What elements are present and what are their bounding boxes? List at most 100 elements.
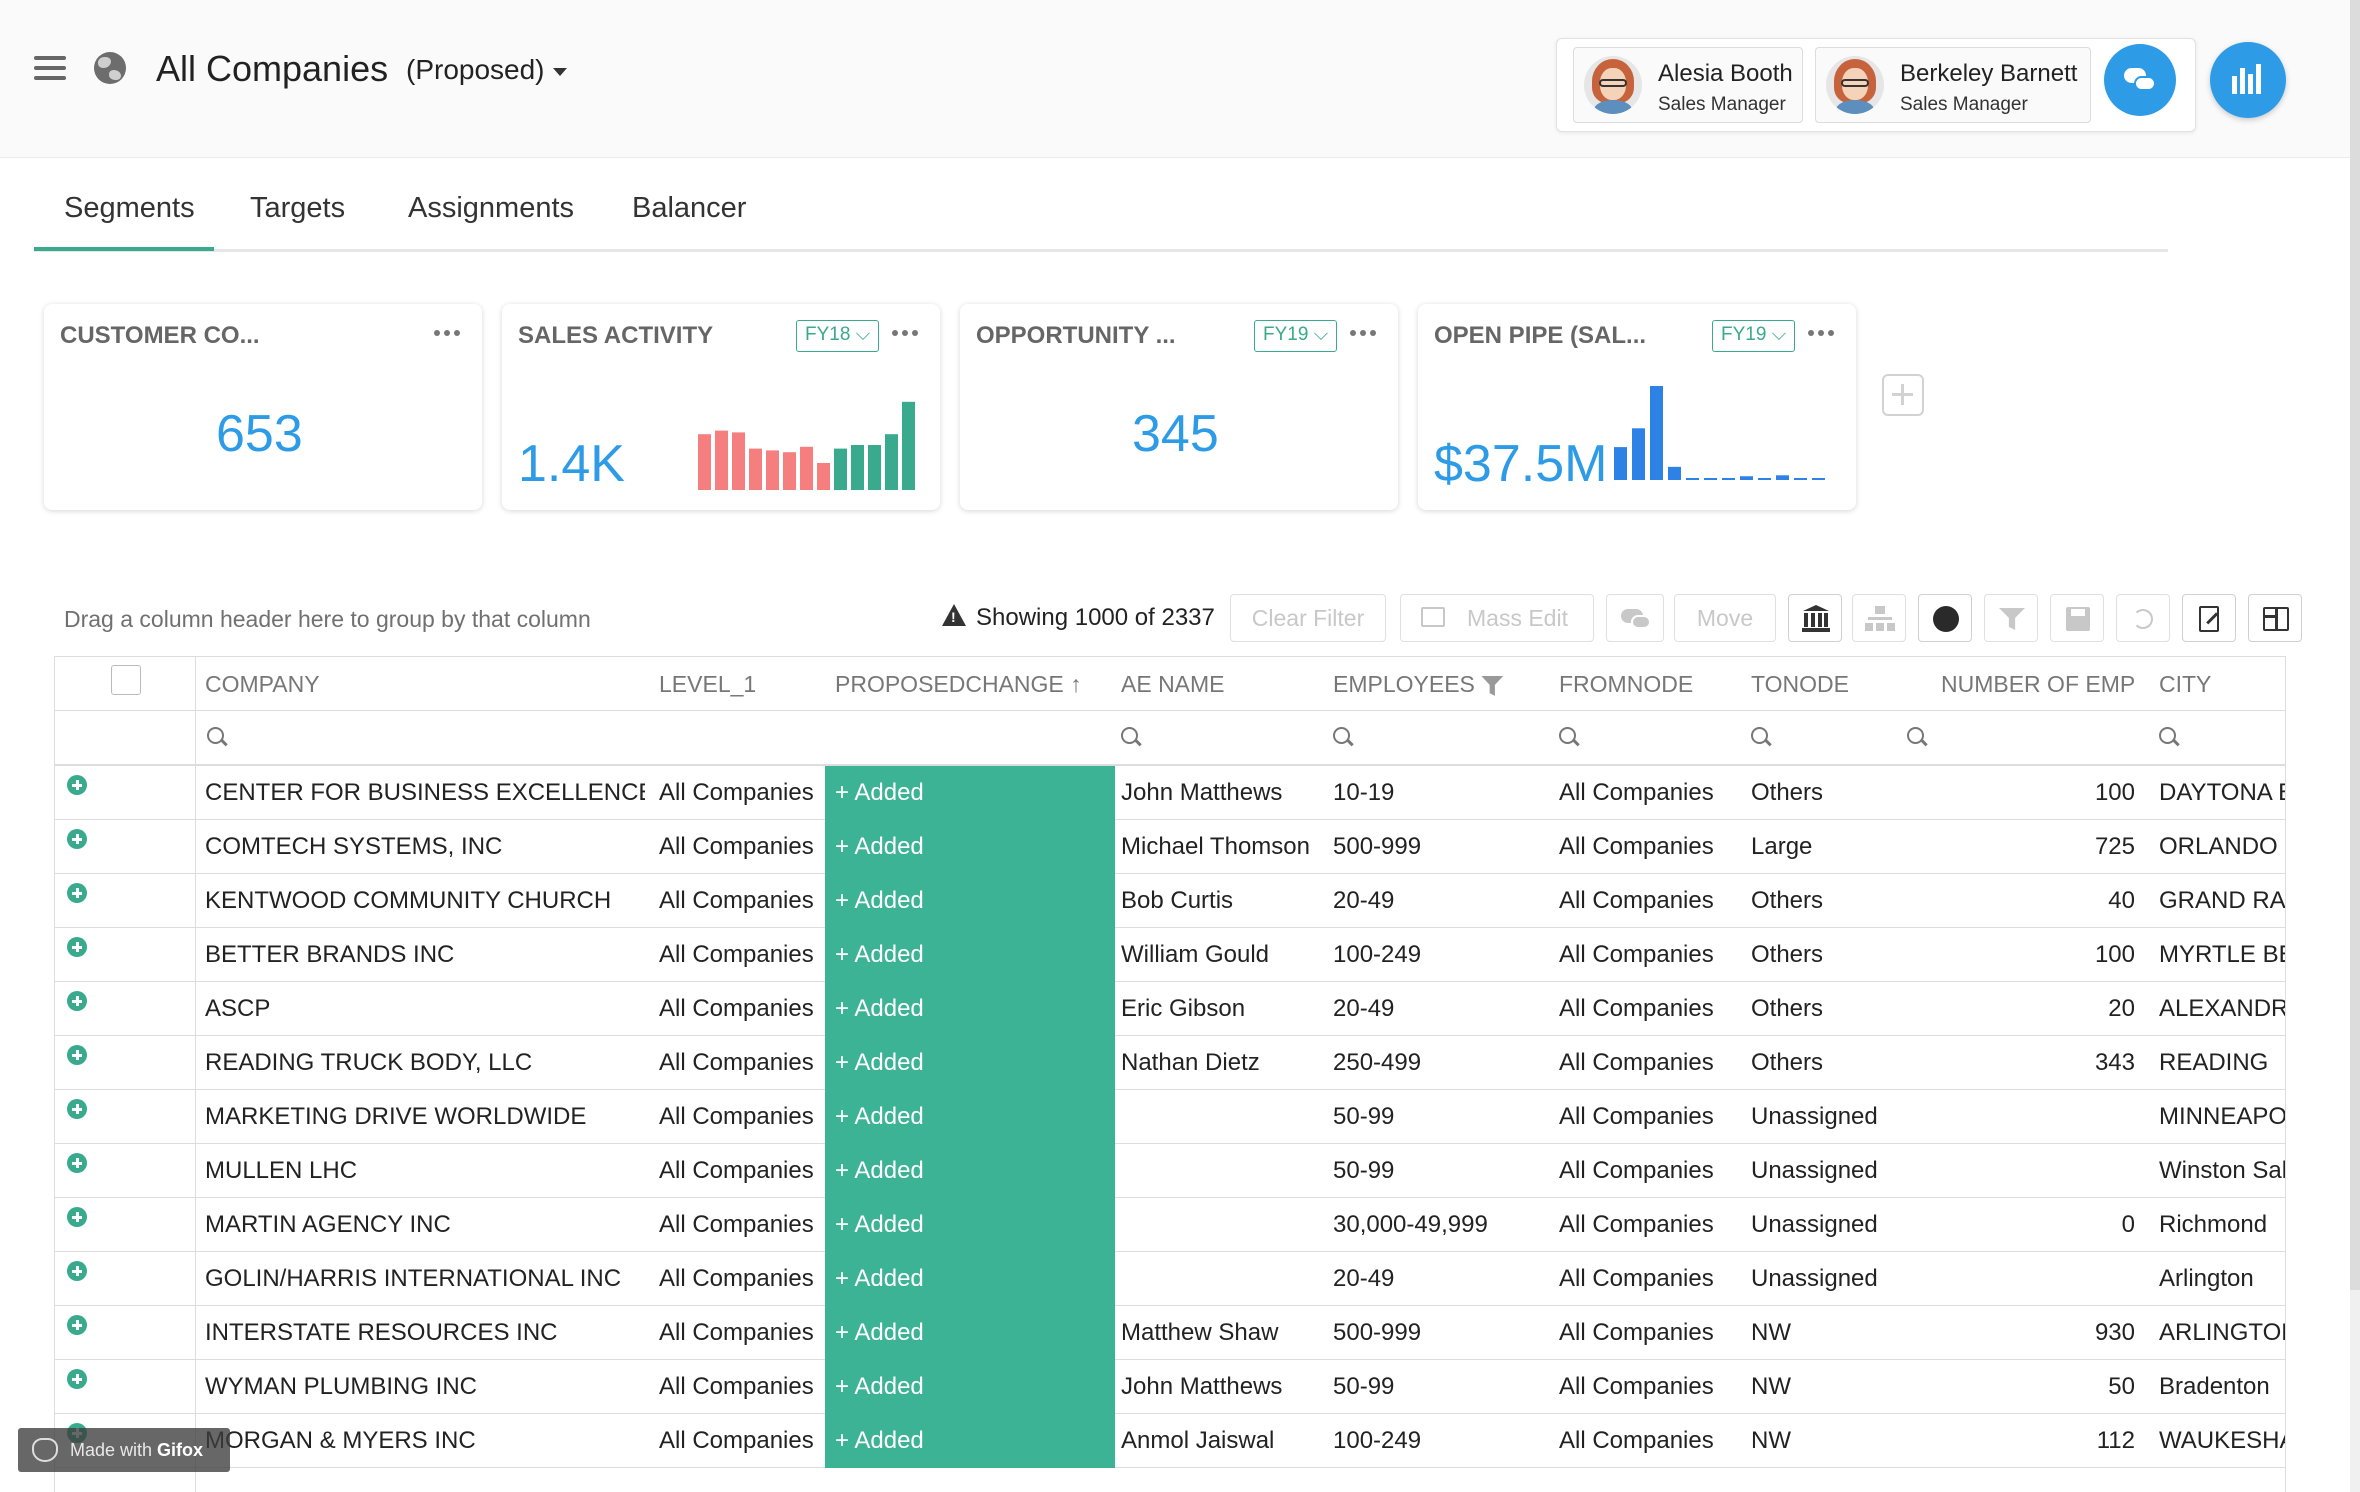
table-row[interactable]: MARKETING DRIVE WORLDWIDE All Companies 50… (55, 1090, 2285, 1144)
fiscal-year-select[interactable]: FY19 ⌵ (1712, 320, 1796, 352)
company-cell: BETTER BRANDS INC (205, 941, 455, 968)
undo-icon[interactable] (2116, 594, 2170, 642)
number-of-emp-cell: 112 (2096, 1427, 2135, 1454)
more-options-icon[interactable] (1808, 330, 1834, 338)
group-by-drop-zone[interactable]: Drag a column header here to group by th… (64, 606, 591, 633)
city-cell: GRAND RAF (2159, 887, 2286, 914)
table-row[interactable]: ASCP All Companies Eric Gibson 20-49 All Com… (55, 982, 2285, 1036)
page-scrollbar[interactable] (2350, 0, 2360, 1492)
tab-segments[interactable]: Segments (64, 192, 195, 225)
column-header-ae-name[interactable]: AE NAME (1121, 671, 1225, 698)
user-role: Sales Manager (1658, 94, 1786, 115)
column-chooser-icon[interactable] (2248, 594, 2302, 642)
table-row[interactable]: WYMAN PLUMBING INC All Companies John Matt… (55, 1360, 2285, 1414)
expand-row-icon[interactable] (67, 829, 87, 849)
chat-button[interactable] (2104, 44, 2176, 116)
comments-button[interactable] (1606, 594, 1664, 642)
level-cell: All Companies (659, 1103, 814, 1130)
city-cell: READING (2159, 1049, 2269, 1076)
scenario-dropdown[interactable]: (Proposed) (406, 54, 567, 86)
column-header-label: EMPLOYEES (1333, 671, 1475, 697)
expand-row-icon[interactable] (67, 1153, 87, 1173)
expand-row-icon[interactable] (67, 937, 87, 957)
edit-icon (1421, 607, 1445, 627)
more-options-icon[interactable] (892, 330, 918, 338)
search-icon[interactable] (2159, 727, 2179, 747)
record-icon[interactable] (1918, 594, 1972, 642)
more-options-icon[interactable] (434, 330, 460, 338)
gifox-watermark: Made with Gifox (18, 1428, 230, 1472)
search-icon[interactable] (1907, 727, 1927, 747)
sparkline-bar (1704, 478, 1717, 480)
save-icon[interactable] (2050, 594, 2104, 642)
column-header-city[interactable]: CITY (2159, 671, 2211, 698)
metric-card-opportunity[interactable]: OPPORTUNITY ... FY19 ⌵ 345 (960, 304, 1398, 510)
move-button[interactable]: Move (1674, 594, 1776, 642)
search-icon[interactable] (1333, 727, 1353, 747)
expand-row-icon[interactable] (67, 775, 87, 795)
level-cell: All Companies (659, 833, 814, 860)
fromnode-cell: All Companies (1559, 1103, 1714, 1130)
expand-row-icon[interactable] (67, 1315, 87, 1335)
tab-targets[interactable]: Targets (250, 192, 345, 225)
fiscal-year-select[interactable]: FY18 ⌵ (796, 320, 880, 352)
employees-cell: 250-499 (1333, 1049, 1422, 1076)
metric-card-sales-activity[interactable]: SALES ACTIVITY FY18 ⌵ 1.4K (502, 304, 940, 510)
analytics-button[interactable] (2210, 42, 2286, 118)
search-icon[interactable] (207, 727, 227, 747)
table-row[interactable]: COMTECH SYSTEMS, INC All Companies Michael… (55, 820, 2285, 874)
table-row[interactable]: MULLEN LHC All Companies 50-99 All Companie… (55, 1144, 2285, 1198)
column-header-level[interactable]: LEVEL_1 (659, 671, 756, 698)
expand-row-icon[interactable] (67, 1045, 87, 1065)
tab-balancer[interactable]: Balancer (632, 192, 746, 225)
sparkline-bar (732, 432, 745, 490)
column-header-company[interactable]: COMPANY (205, 671, 320, 698)
table-row[interactable]: CENTER FOR BUSINESS EXCELLENCE All Compan… (55, 766, 2285, 820)
level-cell: All Companies (659, 1319, 814, 1346)
globe-icon[interactable] (94, 52, 126, 84)
tonode-cell: Unassigned (1751, 1157, 1878, 1184)
sparkline-bar (698, 434, 711, 490)
table-row[interactable]: BETTER BRANDS INC All Companies William Go… (55, 928, 2285, 982)
filter-icon[interactable] (1984, 594, 2038, 642)
table-row[interactable]: MORGAN & MYERS INC All Companies Anmol Jai… (55, 1414, 2285, 1468)
bank-icon[interactable] (1788, 594, 1842, 642)
sparkline-bar (783, 452, 796, 490)
city-cell: WAUKESHA (2159, 1427, 2286, 1454)
clear-filter-button[interactable]: Clear Filter (1230, 594, 1386, 642)
column-header-tonode[interactable]: TONODE (1751, 671, 1849, 698)
city-cell: Bradenton (2159, 1373, 2270, 1400)
column-header-number-of-emp[interactable]: NUMBER OF EMP (1941, 671, 2135, 698)
column-header-employees[interactable]: EMPLOYEES (1333, 671, 1504, 698)
search-icon[interactable] (1559, 727, 1579, 747)
table-row[interactable]: INTERSTATE RESOURCES INC All Companies Mat… (55, 1306, 2285, 1360)
expand-row-icon[interactable] (67, 883, 87, 903)
table-row[interactable]: READING TRUCK BODY, LLC All Companies Nath… (55, 1036, 2285, 1090)
table-row[interactable]: MARTIN AGENCY INC All Companies 30,000-49,… (55, 1198, 2285, 1252)
search-icon[interactable] (1751, 727, 1771, 747)
export-icon[interactable] (2182, 594, 2236, 642)
tab-assignments[interactable]: Assignments (408, 192, 574, 225)
search-icon[interactable] (1121, 727, 1141, 747)
menu-icon[interactable] (34, 56, 66, 80)
expand-row-icon[interactable] (67, 1099, 87, 1119)
company-cell: WYMAN PLUMBING INC (205, 1373, 478, 1400)
user-card[interactable]: Alesia Booth Sales Manager (1573, 47, 1803, 123)
table-row[interactable]: GOLIN/HARRIS INTERNATIONAL INC All Compan… (55, 1252, 2285, 1306)
metric-card-customer-count[interactable]: CUSTOMER CO... 653 (44, 304, 482, 510)
more-options-icon[interactable] (1350, 330, 1376, 338)
column-header-proposedchange[interactable]: PROPOSEDCHANGE ↑ (835, 671, 1082, 698)
mass-edit-button[interactable]: Mass Edit (1400, 594, 1594, 642)
expand-row-icon[interactable] (67, 991, 87, 1011)
expand-row-icon[interactable] (67, 1261, 87, 1281)
metric-card-open-pipe[interactable]: OPEN PIPE (SAL... FY19 ⌵ $37.5M (1418, 304, 1856, 510)
fiscal-year-select[interactable]: FY19 ⌵ (1254, 320, 1338, 352)
select-all-checkbox[interactable] (111, 665, 141, 695)
add-card-button[interactable] (1882, 374, 1924, 416)
column-header-fromnode[interactable]: FROMNODE (1559, 671, 1693, 698)
table-row[interactable]: KENTWOOD COMMUNITY CHURCH All Companies Bo… (55, 874, 2285, 928)
user-card[interactable]: Berkeley Barnett Sales Manager (1815, 47, 2091, 123)
expand-row-icon[interactable] (67, 1207, 87, 1227)
expand-row-icon[interactable] (67, 1369, 87, 1389)
hierarchy-icon[interactable] (1852, 594, 1906, 642)
